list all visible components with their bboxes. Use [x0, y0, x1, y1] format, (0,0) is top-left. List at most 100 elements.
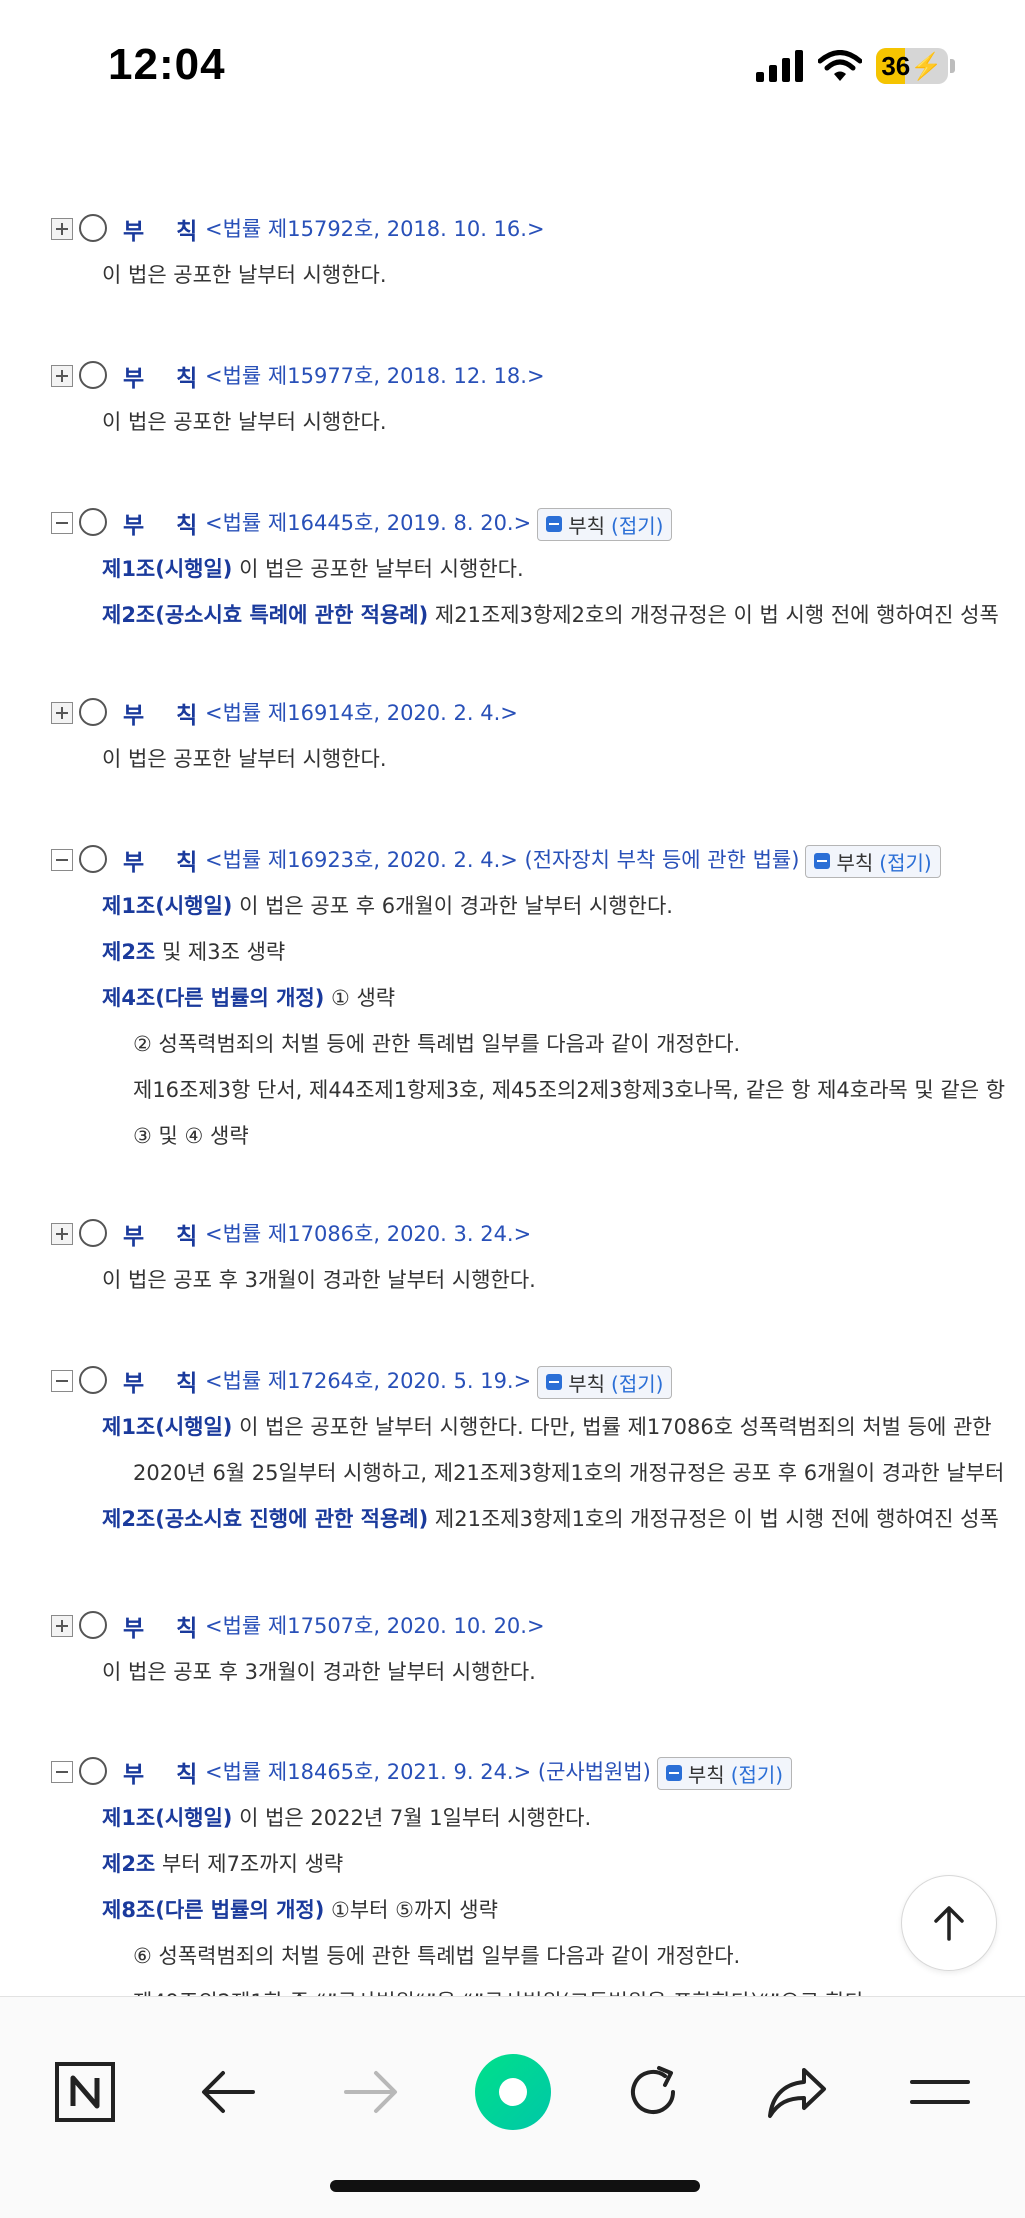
law-reference-link[interactable]: <법률 제15792호, 2018. 10. 16.> [205, 213, 545, 243]
fold-addendum-button[interactable]: 부칙 (접기) [537, 507, 673, 541]
forward-button[interactable] [336, 2057, 406, 2127]
article-line: 이 법은 공포 후 3개월이 경과한 날부터 시행한다. [0, 1257, 1025, 1303]
select-checkbox[interactable] [79, 214, 107, 242]
select-checkbox[interactable] [79, 1611, 107, 1639]
fold-addendum-button[interactable]: 부칙 (접기) [656, 1756, 793, 1790]
law-reference-text: <법률 제15792호, 2018. 10. 16.> [205, 217, 545, 241]
fold-addendum-button[interactable]: 부칙 (접기) [805, 844, 941, 878]
article-text: ② 성폭력범죄의 처벌 등에 관한 특례법 일부를 다음과 같이 개정한다. [133, 1032, 741, 1056]
addendum-title: 부 칙 [123, 513, 210, 539]
article-text: 2020년 6월 25일부터 시행하고, 제21조제3항제1호의 개정규정은 공… [133, 1461, 1005, 1485]
law-reference-link[interactable]: <법률 제16445호, 2019. 8. 20.> 부칙 (접기) [205, 507, 673, 541]
addendum-section: 부 칙 <법률 제16923호, 2020. 2. 4.> (전자장치 부착 등에… [0, 839, 1025, 1159]
home-indicator [330, 2180, 700, 2192]
article-line: 이 법은 공포한 날부터 시행한다. [0, 252, 1025, 298]
select-checkbox[interactable] [79, 1757, 107, 1785]
law-content: 부 칙 <법률 제15792호, 2018. 10. 16.> 이 법은 공포한 날… [0, 0, 1025, 2000]
addendum-title: 부 칙 [123, 1616, 210, 1642]
fold-action: (접기) [611, 1371, 664, 1396]
article-line: 제1조(시행일) 이 법은 2022년 7월 1일부터 시행한다. [0, 1795, 1025, 1841]
article-text: 이 법은 공포한 날부터 시행한다. [102, 747, 387, 771]
article-text: ①부터 ⑤까지 생략 [324, 1898, 498, 1922]
fold-addendum-button[interactable]: 부칙 (접기) [537, 1365, 673, 1399]
collapse-toggle-icon[interactable] [51, 1761, 73, 1783]
law-reference-link[interactable]: <법률 제16923호, 2020. 2. 4.> (전자장치 부착 등에 관한… [205, 844, 941, 878]
article-text: ③ 및 ④ 생략 [133, 1124, 249, 1148]
naver-home-button[interactable] [50, 2057, 120, 2127]
expand-toggle-icon[interactable] [51, 218, 73, 240]
article-text: 이 법은 공포한 날부터 시행한다. [102, 410, 387, 434]
article-text: 제21조제3항제1호의 개정규정은 이 법 시행 전에 행하여진 성폭 [428, 1507, 999, 1531]
menu-button[interactable] [905, 2057, 975, 2127]
law-reference-link[interactable]: <법률 제17086호, 2020. 3. 24.> [205, 1218, 531, 1248]
law-reference-link[interactable]: <법률 제15977호, 2018. 12. 18.> [205, 360, 545, 390]
article-heading: 제1조(시행일) [102, 1806, 233, 1830]
status-bar: 12:04 36⚡ [0, 0, 1025, 130]
addendum-section: 부 칙 <법률 제15792호, 2018. 10. 16.> 이 법은 공포한 날… [0, 208, 1025, 298]
scroll-to-top-button[interactable] [901, 1875, 997, 1971]
fold-action: (접기) [611, 513, 664, 538]
minus-icon [665, 1765, 682, 1781]
addendum-header: 부 칙 <법률 제17086호, 2020. 3. 24.> [0, 1213, 1025, 1257]
select-checkbox[interactable] [79, 698, 107, 726]
addendum-title: 부 칙 [123, 1371, 210, 1397]
green-dot-button[interactable] [473, 2052, 553, 2132]
battery-icon: 36⚡ [876, 48, 955, 84]
article-line: ③ 및 ④ 생략 [0, 1113, 1025, 1159]
law-reference-text: <법률 제17264호, 2020. 5. 19.> [205, 1369, 532, 1393]
article-line: 제2조(공소시효 특례에 관한 적용례) 제21조제3항제2호의 개정규정은 이… [0, 592, 1025, 638]
addendum-section: 부 칙 <법률 제18465호, 2021. 9. 24.> (군사법원법) 부칙(… [0, 1751, 1025, 2000]
select-checkbox[interactable] [79, 1366, 107, 1394]
law-reference-link[interactable]: <법률 제17264호, 2020. 5. 19.> 부칙 (접기) [205, 1365, 673, 1399]
article-line: 제2조 및 제3조 생략 [0, 929, 1025, 975]
expand-toggle-icon[interactable] [51, 702, 73, 724]
expand-toggle-icon[interactable] [51, 1615, 73, 1637]
select-checkbox[interactable] [79, 361, 107, 389]
article-heading: 제2조 [102, 940, 156, 964]
status-time: 12:04 [108, 40, 226, 89]
fold-action: (접기) [730, 1762, 784, 1787]
collapse-toggle-icon[interactable] [51, 849, 73, 871]
green-dot-icon [475, 2054, 551, 2130]
expand-toggle-icon[interactable] [51, 1223, 73, 1245]
law-reference-link[interactable]: <법률 제16914호, 2020. 2. 4.> [205, 697, 518, 727]
law-reference-link[interactable]: <법률 제18465호, 2021. 9. 24.> (군사법원법) 부칙 (접기) [205, 1756, 793, 1790]
back-arrow-icon [202, 2071, 255, 2113]
battery-level: 36 [881, 50, 911, 81]
minus-icon [814, 853, 831, 869]
select-checkbox[interactable] [79, 508, 107, 536]
article-heading: 제2조(공소시효 특례에 관한 적용례) [102, 603, 429, 627]
select-checkbox[interactable] [79, 1219, 107, 1247]
law-reference-text: <법률 제17507호, 2020. 10. 20.> [205, 1614, 545, 1638]
addendum-section: 부 칙 <법률 제17507호, 2020. 10. 20.> 이 법은 공포 후 … [0, 1605, 1025, 1695]
addendum-title: 부 칙 [123, 850, 210, 876]
article-line: 제2조 부터 제7조까지 생략 [0, 1841, 1025, 1887]
expand-toggle-icon[interactable] [51, 365, 73, 387]
addendum-header: 부 칙 <법률 제16923호, 2020. 2. 4.> (전자장치 부착 등에… [0, 839, 1025, 883]
addendum-header: 부 칙 <법률 제16445호, 2019. 8. 20.> 부칙 (접기) [0, 502, 1025, 546]
addendum-header: 부 칙 <법률 제15977호, 2018. 12. 18.> [0, 355, 1025, 399]
law-reference-text: <법률 제18465호, 2021. 9. 24.> (군사법원법) [205, 1760, 651, 1784]
article-heading: 제1조(시행일) [102, 1415, 233, 1439]
article-text: 이 법은 공포 후 6개월이 경과한 날부터 시행한다. [232, 894, 673, 918]
article-heading: 제1조(시행일) [102, 894, 233, 918]
article-line: 제16조제3항 단서, 제44조제1항제3호, 제45조의2제3항제3호나목, … [0, 1067, 1025, 1113]
article-line: ② 성폭력범죄의 처벌 등에 관한 특례법 일부를 다음과 같이 개정한다. [0, 1021, 1025, 1067]
arrow-up-icon [934, 1906, 964, 1941]
back-button[interactable] [193, 2057, 263, 2127]
naver-home-icon [55, 2062, 115, 2122]
article-text: ① 생략 [324, 986, 396, 1010]
article-line: 이 법은 공포 후 3개월이 경과한 날부터 시행한다. [0, 1649, 1025, 1695]
share-button[interactable] [762, 2057, 832, 2127]
reload-button[interactable] [618, 2057, 688, 2127]
collapse-toggle-icon[interactable] [51, 1370, 73, 1392]
article-line: 이 법은 공포한 날부터 시행한다. [0, 399, 1025, 445]
addendum-title: 부 칙 [123, 1224, 210, 1250]
fold-label: 부칙 [568, 513, 606, 538]
law-reference-link[interactable]: <법률 제17507호, 2020. 10. 20.> [205, 1610, 545, 1640]
law-reference-text: <법률 제16923호, 2020. 2. 4.> (전자장치 부착 등에 관한… [205, 848, 800, 872]
law-reference-text: <법률 제16914호, 2020. 2. 4.> [205, 701, 518, 725]
article-text: ⑥ 성폭력범죄의 처벌 등에 관한 특례법 일부를 다음과 같이 개정한다. [133, 1944, 741, 1968]
select-checkbox[interactable] [79, 845, 107, 873]
collapse-toggle-icon[interactable] [51, 512, 73, 534]
